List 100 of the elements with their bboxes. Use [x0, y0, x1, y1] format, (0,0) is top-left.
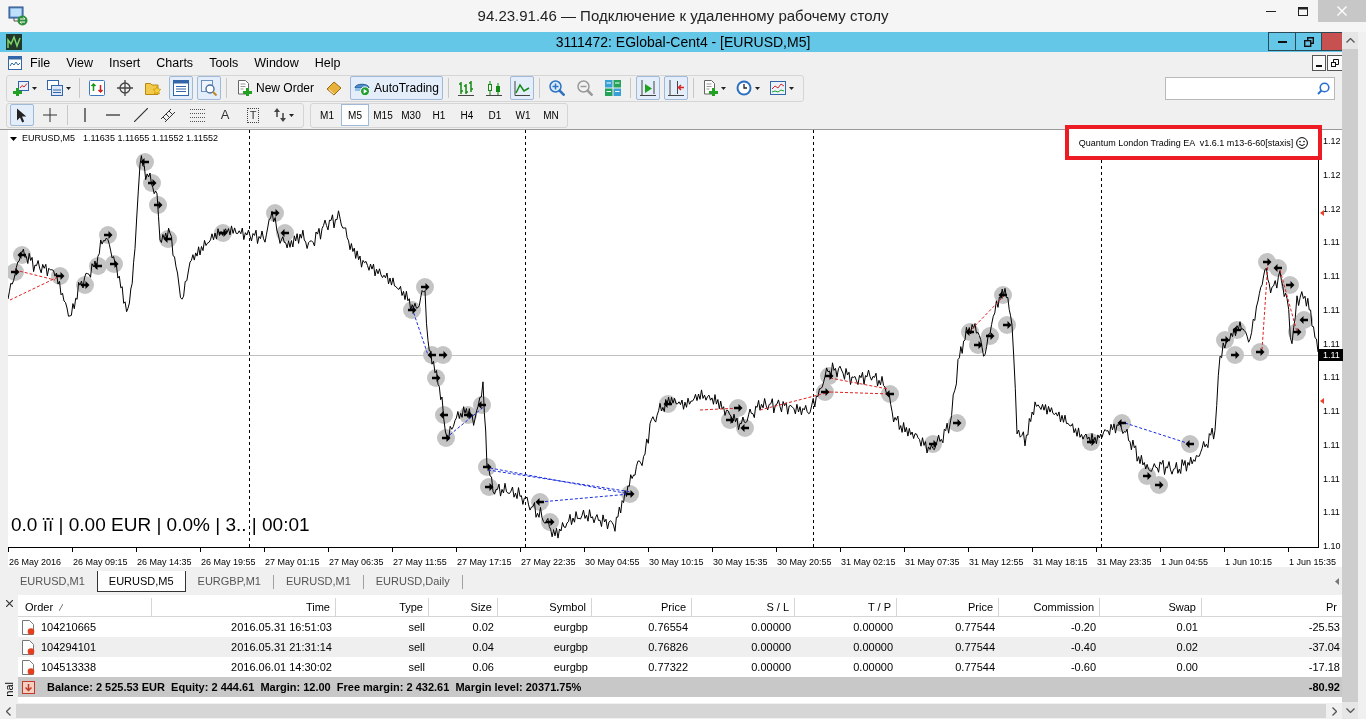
- dotted-lines-icon: [189, 108, 205, 122]
- close-icon: [1337, 6, 1347, 16]
- time-label: 31 May 23:35: [1097, 557, 1152, 568]
- window-plus-icon: [13, 80, 29, 96]
- horizontal-line-icon: [106, 114, 120, 116]
- table-row[interactable]: 104294101 2016.05.31 21:31:14 sell 0.04 eurgbp 0.76826 0.00000 0.00000 0.77544 -0.40 0.02 -37.04: [18, 637, 1342, 657]
- search-icon: [1317, 81, 1330, 95]
- price-label: 1.11: [1323, 303, 1340, 316]
- bar-chart-icon: [457, 80, 474, 96]
- caret-left-icon: [1335, 577, 1339, 585]
- timeframe-button[interactable]: H4: [453, 104, 481, 126]
- table-cell-text: 2016.05.31 16:51:03: [230, 619, 333, 635]
- time-label: 31 May 18:15: [1033, 557, 1088, 568]
- window-title: 94.23.91.46 — Подключение к удаленному рабочему столу: [477, 5, 889, 26]
- menu-item[interactable]: File: [22, 54, 59, 72]
- chart-tab[interactable]: EURUSD,M1: [8, 571, 97, 592]
- menu-item[interactable]: Help: [306, 54, 349, 72]
- time-label: 30 May 15:35: [713, 557, 768, 568]
- menu-item[interactable]: View: [58, 54, 102, 72]
- toolbar-button[interactable]: [169, 76, 193, 100]
- tile-grid-icon: [604, 80, 621, 96]
- chart-logo-icon: [6, 34, 22, 50]
- windows-icon: [47, 80, 63, 96]
- menu-item[interactable]: Window: [246, 54, 307, 72]
- candlestick-icon: [485, 80, 502, 96]
- table-cell-text: 0.76826: [647, 639, 689, 655]
- table-cell-text: sell: [407, 619, 426, 635]
- table-cell-text: 0.00000: [750, 619, 792, 635]
- diamond-icon: [326, 80, 342, 96]
- chart-tab[interactable]: EURUSD,Daily: [363, 571, 462, 592]
- time-label: 30 May 10:15: [649, 557, 704, 568]
- timeframe-button[interactable]: H1: [425, 104, 453, 126]
- close-icon: [5, 600, 13, 607]
- price-label: 1.12: [1323, 202, 1341, 215]
- table-cell-text: 0.00000: [750, 659, 792, 675]
- timeframe-button[interactable]: W1: [509, 104, 537, 126]
- parallel-lines-icon: [161, 107, 177, 123]
- price-label: 1.11: [1323, 337, 1340, 350]
- panel-title: nal: [3, 682, 15, 697]
- timeframe-button[interactable]: D1: [481, 104, 509, 126]
- time-label: 27 May 11:55: [393, 557, 447, 568]
- timeframe-button[interactable]: MN: [537, 104, 565, 126]
- autotrading-button[interactable]: AutoTrading: [350, 76, 443, 100]
- price-label: 1.12: [1323, 168, 1341, 181]
- zoom-in-icon: [548, 80, 565, 96]
- table-cell-text: 2016.06.01 14:30:02: [230, 659, 333, 675]
- table-cell-text: -80.92: [1308, 679, 1341, 695]
- account-summary: Balance: 2 525.53 EUR Equity: 2 444.61 Margin: 12.00 Free margin: 2 432.61 Margin level: 20371.75%: [47, 679, 582, 695]
- timeframe-button[interactable]: M30: [397, 104, 425, 126]
- minimize-button[interactable]: [1268, 32, 1296, 51]
- toolbar-button[interactable]: [635, 76, 660, 100]
- arrow-bars-icon: [667, 80, 684, 96]
- minimize-icon: [1316, 65, 1322, 67]
- arrows-icon: [274, 108, 286, 122]
- minimize-button[interactable]: [1312, 55, 1326, 71]
- caret-icon: [788, 86, 794, 90]
- toolbar-button[interactable]: [10, 104, 34, 126]
- chevron-right-icon: [1331, 706, 1337, 716]
- toolbar-button[interactable]: A: [213, 104, 237, 126]
- table-cell-text: 0.00000: [750, 639, 792, 655]
- caret-icon: [720, 86, 726, 90]
- magnifier-chart-icon: [201, 80, 217, 96]
- new-order-button[interactable]: New Order: [232, 76, 318, 100]
- table-cell-text: -17.18: [1307, 659, 1341, 675]
- crosshair-icon: [43, 108, 57, 122]
- menu-item[interactable]: Tools: [201, 54, 247, 72]
- time-label: 26 May 19:55: [201, 557, 256, 568]
- menu-item[interactable]: Charts: [148, 54, 202, 72]
- restore-button[interactable]: [1327, 55, 1342, 71]
- chart-tab[interactable]: EURUSD,M1: [273, 571, 363, 592]
- table-cell-text: -37.04: [1307, 639, 1341, 655]
- toolbar-button[interactable]: T: [241, 104, 265, 126]
- caret-icon: [289, 113, 294, 117]
- table-cell-text: eurgbp: [552, 639, 589, 655]
- caret-icon: [32, 86, 37, 90]
- price-label: 1.11: [1323, 270, 1340, 282]
- timeframe-button[interactable]: M5: [341, 104, 369, 126]
- table-cell-text: 0.77322: [647, 659, 689, 675]
- diagonal-line-icon: [134, 108, 148, 122]
- price-label: 1.12: [1323, 135, 1341, 147]
- timeframe-button[interactable]: M15: [369, 104, 397, 126]
- zoom-out-icon: [576, 80, 593, 96]
- crosshair-icon: [117, 80, 133, 96]
- time-label: 26 May 2016: [9, 557, 62, 568]
- timeframe-button[interactable]: M1: [313, 104, 341, 126]
- list-window-icon: [173, 80, 189, 96]
- table-cell-text: 0.02: [471, 619, 495, 635]
- price-marker-icon: [1320, 210, 1324, 216]
- toolbar-button[interactable]: [509, 76, 534, 100]
- chart-window-icon: [769, 80, 786, 96]
- menu-item[interactable]: Insert: [101, 54, 149, 72]
- time-label: 1 Jun 04:55: [1161, 557, 1209, 568]
- chart-tab[interactable]: EURGBP,M1: [185, 571, 273, 592]
- price-marker-icon: [1320, 398, 1324, 404]
- table-cell-text: 0.77544: [954, 619, 996, 635]
- price-label: 1.11: [1323, 405, 1340, 417]
- chart-tab[interactable]: EURUSD,M5: [96, 571, 186, 592]
- toolbar-button[interactable]: [663, 76, 688, 100]
- restore-icon: [1331, 59, 1339, 67]
- search-field[interactable]: [1165, 76, 1335, 100]
